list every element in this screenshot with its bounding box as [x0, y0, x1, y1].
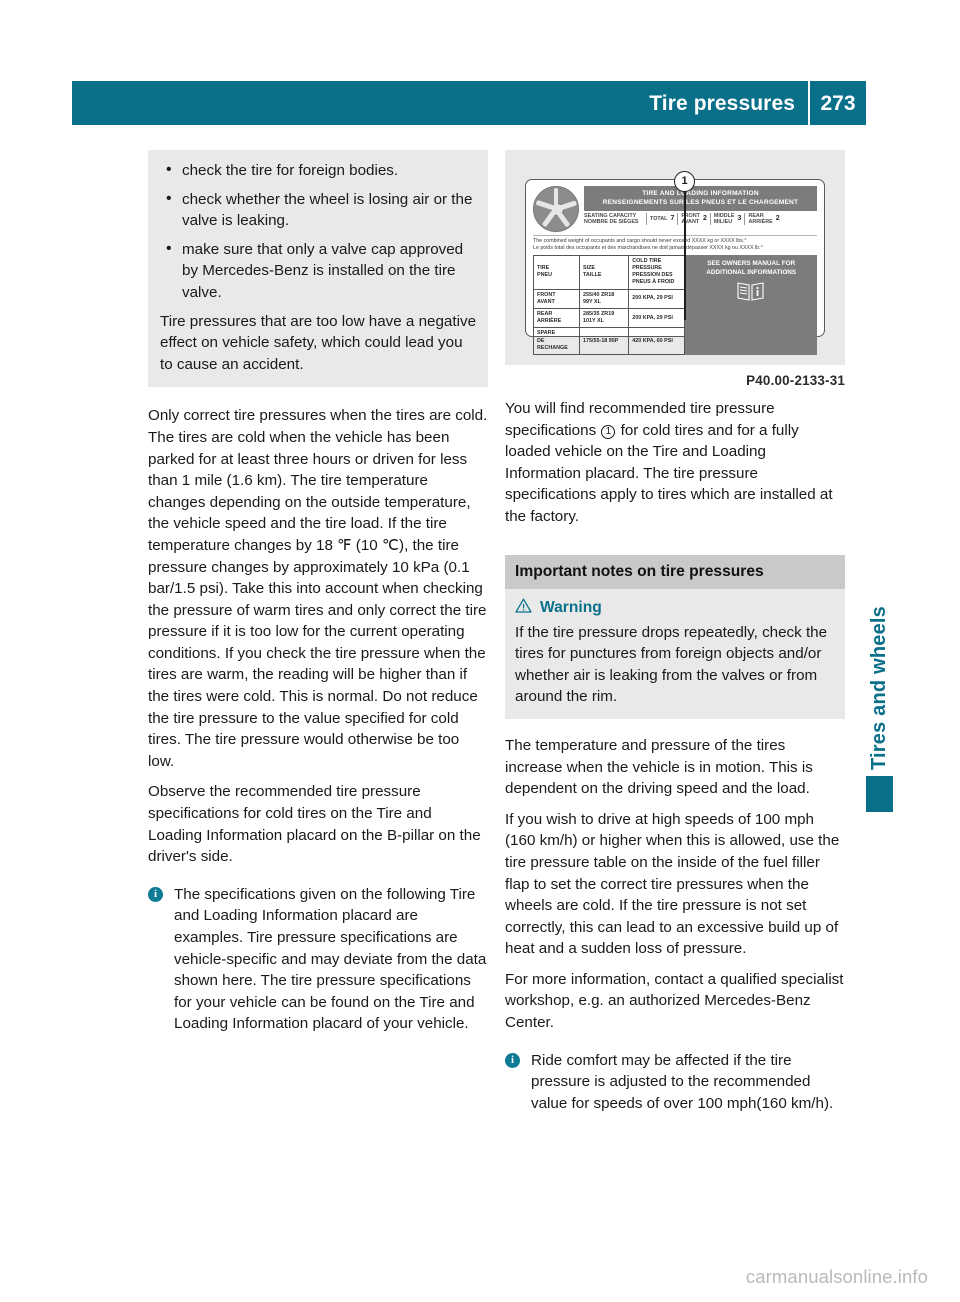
body-paragraph: For more information, contact a qualifie… — [505, 970, 844, 1032]
warning-triangle-icon — [515, 598, 532, 618]
figure-caption: P40.00-2133-31 — [746, 373, 845, 388]
wheel-icon — [533, 185, 579, 232]
manual-book-icon — [736, 280, 766, 305]
body-paragraph: Only correct tire pressures when the tir… — [148, 407, 488, 770]
placard-body: TIRE PNEU SIZE TAILLE COLD TIRE PRESSURE… — [532, 254, 817, 355]
info-note: i The specifications given on the follow… — [148, 884, 488, 1035]
table-row: FRONT AVANT 255/40 ZR18 99Y XL 200 KPA, … — [532, 288, 686, 309]
chapter-tab[interactable]: Tires and wheels — [866, 560, 892, 770]
seating-label-en: SEATING CAPACITY — [584, 212, 637, 219]
callout-reference-1: 1 — [601, 424, 616, 439]
info-icon: i — [148, 886, 163, 902]
info-note: i Ride comfort may be affected if the ti… — [505, 1050, 845, 1115]
seating-cell-front: FRONT AVANT 2 — [677, 212, 709, 226]
list-item: make sure that only a valve cap approved… — [160, 238, 476, 304]
list-item: check whether the wheel is losing air or… — [160, 188, 476, 232]
table-cell-axle: FRONT AVANT — [532, 288, 581, 309]
watermark: carmanualsonline.info — [745, 1266, 928, 1287]
callout-marker-1: 1 — [674, 170, 695, 192]
table-cell-pressure: 200 KPA, 29 PSI — [628, 288, 686, 309]
see-owners-manual-panel: SEE OWNERS MANUAL FOR ADDITIONAL INFORMA… — [685, 254, 817, 355]
list-item: check the tire for foreign bodies. — [160, 159, 476, 182]
warning-box-tail-text: Tire pressures that are too low have a n… — [160, 312, 477, 373]
table-cell-size: 285/35 ZR19 101Y XL — [579, 307, 630, 329]
placard-top: TIRE AND LOADING INFORMATION RENSEIGNEME… — [533, 185, 817, 232]
section-heading: Important notes on tire pressures — [505, 554, 845, 589]
warning-header: Warning — [515, 598, 835, 618]
weight-note-en: The combined weight of occupants and car… — [533, 237, 747, 244]
seating-capacity-row: SEATING CAPACITY NOMBRE DE SIÈGES TOTAL … — [584, 212, 817, 226]
placard-title-band: TIRE AND LOADING INFORMATION RENSEIGNEME… — [584, 185, 817, 211]
table-header-row: TIRE PNEU SIZE TAILLE COLD TIRE PRESSURE… — [532, 254, 686, 290]
page-number: 273 — [820, 91, 856, 115]
table-header-cell: COLD TIRE PRESSURE PRESSION DES PNEUS À … — [628, 254, 686, 290]
seating-cell-total: TOTAL 7 — [646, 212, 677, 226]
intro-paragraph: You will find recommended tire pressure … — [505, 398, 845, 528]
placard-title-fr: RENSEIGNEMENTS SUR LES PNEUS ET LE CHARG… — [602, 198, 799, 206]
chapter-tab-label: Tires and wheels — [867, 605, 890, 770]
table-row: REAR ARRIÈRE 285/35 ZR19 101Y XL 200 KPA… — [532, 307, 686, 329]
chapter-tab-marker — [866, 776, 893, 812]
table-cell-size: 255/40 ZR18 99Y XL — [579, 288, 630, 309]
body-paragraph: Observe the recommended tire pressure sp… — [148, 783, 481, 866]
page-title: Tire pressures — [649, 91, 795, 115]
left-column: check the tire for foreign bodies. check… — [148, 150, 488, 1035]
table-header-cell: SIZE TAILLE — [579, 254, 630, 290]
page-header: Tire pressures 273 — [72, 81, 866, 125]
warning-text: If the tire pressure drops repeatedly, c… — [515, 623, 828, 706]
figure-frame: 1 TIRE AND LOADING INFORMATION RENSEIGNE… — [505, 150, 845, 365]
see-owners-manual-text: SEE OWNERS MANUAL FOR ADDITIONAL INFORMA… — [706, 259, 797, 276]
placard-title-en: TIRE AND LOADING INFORMATION — [642, 189, 759, 197]
document-page: Tire pressures 273 check the tire for fo… — [0, 0, 960, 1302]
info-icon: i — [505, 1052, 520, 1068]
warning-label: Warning — [540, 598, 602, 616]
tire-loading-placard: 1 TIRE AND LOADING INFORMATION RENSEIGNE… — [525, 170, 825, 355]
info-note-text: Ride comfort may be affected if the tire… — [531, 1051, 834, 1112]
table-cell-size: 175/55-18 95P — [579, 327, 630, 355]
placard-header: TIRE AND LOADING INFORMATION RENSEIGNEME… — [584, 185, 817, 232]
info-note-text: The specifications given on the followin… — [174, 885, 487, 1033]
body-paragraph: If you wish to drive at high speeds of 1… — [505, 810, 840, 958]
placard-weight-note: The combined weight of occupants and car… — [533, 234, 817, 253]
seating-cell-middle: MIDDLE MILIEU 3 — [709, 212, 745, 226]
table-cell-axle: REAR ARRIÈRE — [532, 307, 581, 329]
table-cell-pressure: 200 KPA, 29 PSI — [628, 307, 686, 329]
weight-note-fr: Le poids total des occupants et des marc… — [533, 245, 763, 252]
table-cell-pressure: 420 KPA, 60 PSI — [628, 327, 686, 355]
seating-cell-rear: REAR ARRIÈRE 2 — [744, 212, 782, 226]
seating-capacity-label: SEATING CAPACITY NOMBRE DE SIÈGES — [584, 213, 646, 226]
warning-box: Warning If the tire pressure drops repea… — [505, 588, 845, 719]
table-cell-axle: SPARE DE RECHANGE — [532, 327, 581, 355]
table-row: SPARE DE RECHANGE 175/55-18 95P 420 KPA,… — [532, 327, 686, 355]
figure: 1 TIRE AND LOADING INFORMATION RENSEIGNE… — [505, 150, 845, 388]
warning-bullet-box: check the tire for foreign bodies. check… — [148, 150, 488, 388]
body-paragraph: The temperature and pressure of the tire… — [505, 736, 813, 798]
tire-pressure-table: TIRE PNEU SIZE TAILLE COLD TIRE PRESSURE… — [532, 254, 686, 355]
seating-label-fr: NOMBRE DE SIÈGES — [584, 218, 639, 225]
table-header-cell: TIRE PNEU — [532, 254, 581, 290]
bullet-list: check the tire for foreign bodies. check… — [160, 159, 476, 304]
right-column: 1 TIRE AND LOADING INFORMATION RENSEIGNE… — [505, 150, 845, 1114]
callout-leader-line — [684, 189, 686, 320]
